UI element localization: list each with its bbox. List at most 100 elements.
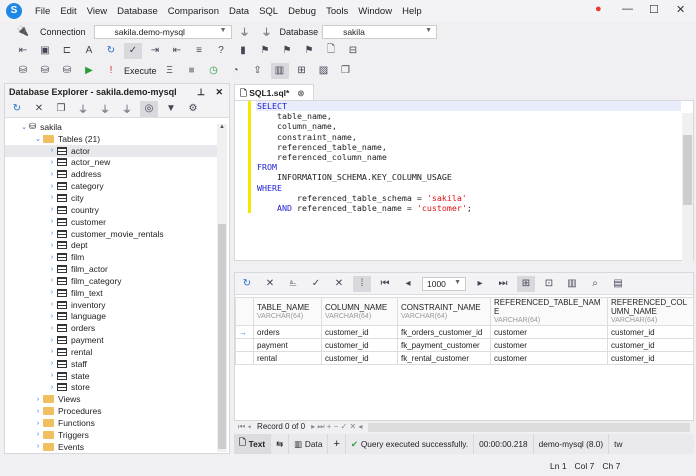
expand-icon[interactable]: › [47, 313, 57, 320]
menu-edit[interactable]: Edit [55, 6, 81, 17]
table-cell[interactable]: fk_orders_customer_id [397, 325, 491, 339]
add-tab-button[interactable]: + [328, 434, 346, 454]
execute-current-icon[interactable]: Ξ [161, 63, 179, 79]
horizontal-scrollbar[interactable] [368, 423, 690, 432]
table-cell[interactable]: customer_id [607, 351, 694, 365]
table-cell[interactable]: customer [490, 351, 608, 365]
page-size-select[interactable]: 1000 ▼ [422, 276, 466, 291]
grid-view-icon[interactable]: ⊞ [517, 275, 535, 292]
disconnect-icon[interactable]: ⏚ [258, 24, 276, 40]
table-cell[interactable]: orders [253, 325, 322, 339]
table-row[interactable]: → orders customer_id fk_orders_customer_id c… [235, 325, 694, 339]
column-header[interactable]: REFERENCED_COLUMN_NAME VARCHAR(64) [607, 297, 694, 326]
table-cell[interactable]: payment [253, 338, 322, 352]
menu-debug[interactable]: Debug [283, 6, 321, 17]
column-header[interactable]: TABLE_NAME VARCHAR(64) [253, 297, 322, 326]
table-cell[interactable]: fk_payment_customer [397, 338, 491, 352]
expand-icon[interactable]: › [47, 230, 57, 237]
close-button[interactable]: ✕ [676, 3, 685, 16]
table-cell[interactable]: fk_rental_customer [397, 351, 491, 365]
execute-button[interactable]: Execute [124, 66, 157, 76]
menu-data[interactable]: Data [224, 6, 254, 17]
font-icon[interactable]: A [80, 43, 98, 59]
tree-table[interactable]: › dept [5, 239, 217, 251]
tree-table[interactable]: › film_text [5, 287, 217, 299]
card-view-icon[interactable]: ⊡ [540, 276, 558, 292]
expand-icon[interactable]: › [33, 443, 43, 450]
stop-icon[interactable]: ■ [183, 63, 201, 79]
column-header[interactable]: COLUMN_NAME VARCHAR(64) [321, 297, 398, 326]
tree-folder[interactable]: › Events [5, 441, 217, 453]
edit-connection-icon[interactable]: ⏚ [96, 101, 114, 117]
expand-icon[interactable]: › [47, 289, 57, 296]
tree-table[interactable]: › rental [5, 346, 217, 358]
tree-table[interactable]: › orders [5, 322, 217, 334]
export-icon[interactable]: ▤ [609, 276, 627, 292]
nav-buttons[interactable]: ⏮ ◂ [238, 422, 251, 433]
column-header[interactable]: REFERENCED_TABLE_NAME VARCHAR(64) [490, 297, 608, 326]
expand-icon[interactable]: › [47, 206, 57, 213]
expand-icon[interactable]: › [47, 277, 57, 284]
record-actions[interactable]: ▸ ⏭ + − ✓ ✕ ◂ [311, 422, 362, 433]
maximize-button[interactable]: ☐ [649, 3, 659, 16]
explorer-scrollbar[interactable]: ▲ [217, 124, 227, 452]
expand-icon[interactable]: › [47, 372, 57, 379]
tree-folder[interactable]: › Triggers [5, 429, 217, 441]
menu-help[interactable]: Help [397, 6, 427, 17]
tree-table[interactable]: › store [5, 382, 217, 394]
first-page-icon[interactable]: ⏮ [376, 276, 394, 292]
database-select[interactable]: sakila ▼ [322, 24, 438, 39]
prev-page-icon[interactable]: ◂ [399, 276, 417, 292]
expand-icon[interactable]: › [47, 301, 57, 308]
new-connection-icon[interactable]: 🔌 [14, 24, 32, 40]
settings-icon[interactable]: ⚙ [184, 101, 202, 117]
expand-icon[interactable]: › [47, 325, 57, 332]
tree-table[interactable]: › customer [5, 216, 217, 228]
expand-icon[interactable]: › [47, 348, 57, 355]
menu-view[interactable]: View [82, 6, 112, 17]
expand-icon[interactable]: › [47, 183, 57, 190]
last-page-icon[interactable]: ⏭ [494, 276, 512, 292]
indent-icon[interactable]: ⊏ [58, 43, 76, 59]
expand-icon[interactable]: › [47, 159, 57, 166]
next-page-icon[interactable]: ▸ [471, 276, 489, 292]
tree-table[interactable]: › staff [5, 358, 217, 370]
tab-close-icon[interactable]: ⊗ [297, 88, 304, 98]
refresh-icon[interactable]: ↻ [102, 43, 120, 59]
menu-file[interactable]: File [30, 6, 55, 17]
discard-icon[interactable]: ✕ [330, 276, 348, 292]
table-cell[interactable]: customer_id [321, 338, 398, 352]
insert-icon[interactable]: ⎁ [284, 276, 302, 292]
expand-icon[interactable]: › [47, 254, 57, 261]
tree-folder[interactable]: › Procedures [5, 405, 217, 417]
tree-table[interactable]: › state [5, 370, 217, 382]
sql-editor[interactable]: SELECT table_name, column_name, constrai… [234, 100, 694, 261]
tree-table[interactable]: › actor [5, 144, 217, 157]
document-icon[interactable]: 🗋 [322, 43, 340, 59]
table-cell[interactable]: customer_id [607, 325, 694, 339]
pin-icon[interactable]: ⊥ [197, 87, 205, 98]
explorer-close-icon[interactable]: ✕ [215, 87, 223, 98]
filter-icon[interactable]: ▼ [162, 101, 180, 117]
tree-table[interactable]: › customer_movie_rentals [5, 228, 217, 240]
sql-code[interactable]: SELECT table_name, column_name, constrai… [257, 101, 472, 213]
comment-icon[interactable]: ⇥ [146, 43, 164, 59]
tree-folder[interactable]: › Views [5, 393, 217, 405]
tab-sql1[interactable]: 🗋 SQL1.sql* ⊗ [234, 84, 314, 100]
menu-tools[interactable]: Tools [321, 6, 353, 17]
history-icon[interactable]: ◷ [205, 63, 223, 79]
expand-icon[interactable]: › [33, 420, 43, 427]
menu-window[interactable]: Window [353, 6, 397, 17]
tree-table[interactable]: › inventory [5, 299, 217, 311]
fetch-icon[interactable]: ⁞ [353, 275, 371, 292]
menu-sql[interactable]: SQL [254, 6, 283, 17]
refresh-icon[interactable]: ↻ [8, 101, 26, 117]
table-cell[interactable]: customer_id [321, 351, 398, 365]
layout-icon[interactable]: ⊟ [344, 43, 362, 59]
minimize-button[interactable]: — [622, 3, 633, 15]
chart-icon[interactable]: ▥ [270, 62, 289, 79]
find-icon[interactable]: ⌕ [586, 276, 604, 292]
image-icon[interactable]: ▨ [315, 63, 333, 79]
expand-icon[interactable]: › [33, 396, 43, 403]
uncomment-icon[interactable]: ⇤ [168, 43, 186, 59]
